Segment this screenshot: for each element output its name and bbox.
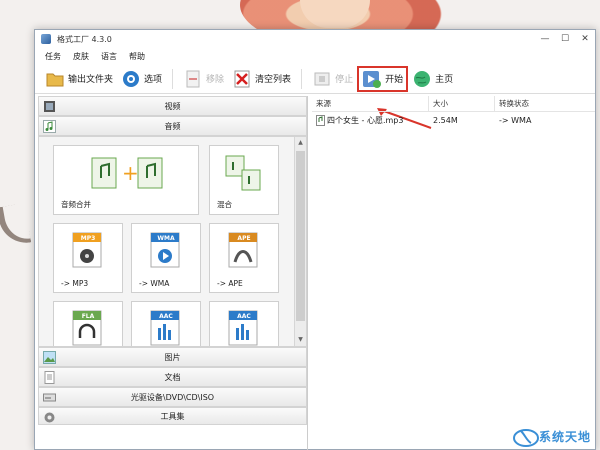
tile-to-ape-label: -> APE [217,279,243,288]
menu-help[interactable]: 帮助 [129,51,145,62]
task-size: 2.54M [433,115,458,125]
clear-list-label: 清空列表 [255,75,292,85]
audio-tools-grid: + 音频合并 混合 MP3 -> MP3 WMA -> WMA APE -> A… [38,136,307,347]
stop-button[interactable]: 停止 [308,66,357,92]
app-icon [41,34,51,44]
grid-scrollbar[interactable]: ▲ ▼ [294,137,306,346]
tile-to-flac[interactable]: FLA [53,301,123,346]
tile-audio-merge[interactable]: + 音频合并 [53,145,199,215]
category-disc[interactable]: 光驱设备\DVD\CD\ISO [38,387,307,407]
category-tools[interactable]: 工具集 [38,407,307,425]
tile-mix[interactable]: 混合 [209,145,279,215]
category-video[interactable]: 视频 [38,96,307,116]
scroll-down-icon[interactable]: ▼ [295,334,306,346]
category-document[interactable]: 文档 [38,367,307,387]
window-controls: — ☐ ✕ [535,32,595,46]
watermark-text: 系统天地 [538,429,591,444]
task-list-panel: 来源 大小 转换状态 四个女生 - 心愿.mp3 2.54M -> WMA 系统… [312,96,595,450]
category-tools-label: 工具集 [160,411,185,421]
close-button[interactable]: ✕ [575,32,595,46]
menu-language[interactable]: 语言 [101,51,117,62]
category-image-label: 图片 [164,352,181,362]
app-window: 格式工厂 4.3.0 — ☐ ✕ 任务 皮肤 语言 帮助 输出文件夹 选项 移除… [34,29,596,450]
options-gear-icon [121,69,141,89]
source-cell: 四个女生 - 心愿.mp3 [312,114,429,126]
remove-icon [183,69,203,89]
menu-skin[interactable]: 皮肤 [73,51,89,62]
scroll-up-icon[interactable]: ▲ [295,137,306,149]
background-stroke [0,202,32,248]
task-row[interactable]: 四个女生 - 心愿.mp3 2.54M -> WMA [312,112,595,128]
svg-text:+: + [122,161,139,185]
home-globe-icon [412,69,432,89]
toolbar: 输出文件夹 选项 移除 清空列表 停止 开始 主页 [35,64,595,129]
aac-badge: AAC [159,313,173,320]
watermark-logo-icon [512,429,539,447]
window-title: 格式工厂 4.3.0 [57,34,112,44]
home-label: 主页 [435,75,454,85]
tile-to-mp3[interactable]: MP3 -> MP3 [53,223,123,293]
tile-to-ape[interactable]: APE -> APE [209,223,279,293]
options-label: 选项 [144,75,163,85]
clear-list-icon [232,69,252,89]
folder-icon [45,69,65,89]
category-audio-label: 音频 [164,121,181,131]
category-image[interactable]: 图片 [38,347,307,367]
task-source: 四个女生 - 心愿.mp3 [327,115,404,125]
tile-audio-merge-label: 音频合并 [61,200,91,209]
watermark: 系统天地 [512,425,591,447]
tile-to-wma[interactable]: WMA -> WMA [131,223,201,293]
stop-icon [312,69,332,89]
category-video-label: 视频 [164,101,181,111]
wma-badge: WMA [157,235,175,242]
start-button[interactable]: 开始 [357,65,409,92]
mp3-badge: MP3 [80,235,96,242]
tile-to-aac-2[interactable]: AAC [209,301,279,346]
audio-file-icon [316,114,325,126]
category-audio[interactable]: 音频 [38,116,307,136]
toolbar-separator [172,68,174,89]
menu-task[interactable]: 任务 [45,51,61,62]
clear-list-button[interactable]: 清空列表 [228,66,295,92]
flac-badge: FLA [81,313,95,320]
tile-to-mp3-label: -> MP3 [61,279,89,288]
audio-mix-icon [210,154,278,194]
menu-bar: 任务 皮肤 语言 帮助 [35,48,595,64]
tile-to-aac[interactable]: AAC [131,301,201,346]
remove-label: 移除 [206,75,225,85]
document-icon [43,371,56,384]
task-list-header: 来源 大小 转换状态 [312,96,595,112]
stop-label: 停止 [335,75,354,85]
category-document-label: 文档 [164,372,181,382]
output-folder-label: 输出文件夹 [68,75,114,85]
aac-badge-2: AAC [237,313,251,320]
remove-button[interactable]: 移除 [179,66,228,92]
audio-merge-icon: + [54,154,198,194]
film-icon [43,100,56,113]
tile-mix-label: 混合 [217,200,232,209]
output-folder-button[interactable]: 输出文件夹 [41,66,117,92]
scroll-thumb[interactable] [296,151,305,321]
start-label: 开始 [385,75,404,85]
minimize-button[interactable]: — [535,32,555,46]
toolbar-separator [301,68,303,89]
music-note-icon [43,120,56,133]
task-status: -> WMA [499,115,532,125]
options-button[interactable]: 选项 [117,66,166,92]
tools-gear-icon [43,411,56,424]
maximize-button[interactable]: ☐ [555,32,575,46]
header-status[interactable]: 转换状态 [495,96,595,111]
picture-icon [43,351,56,364]
header-size[interactable]: 大小 [429,96,495,111]
start-play-icon [362,69,382,89]
header-source[interactable]: 来源 [312,96,429,111]
title-bar: 格式工厂 4.3.0 — ☐ ✕ [35,30,595,48]
ape-badge: APE [237,235,251,242]
category-disc-label: 光驱设备\DVD\CD\ISO [130,392,215,402]
category-panel: 视频 音频 + 音频合并 混合 MP3 -> MP3 WMA -> WMA AP… [38,96,308,450]
home-button[interactable]: 主页 [408,66,457,92]
disc-drive-icon [43,391,56,404]
tile-to-wma-label: -> WMA [139,279,170,288]
